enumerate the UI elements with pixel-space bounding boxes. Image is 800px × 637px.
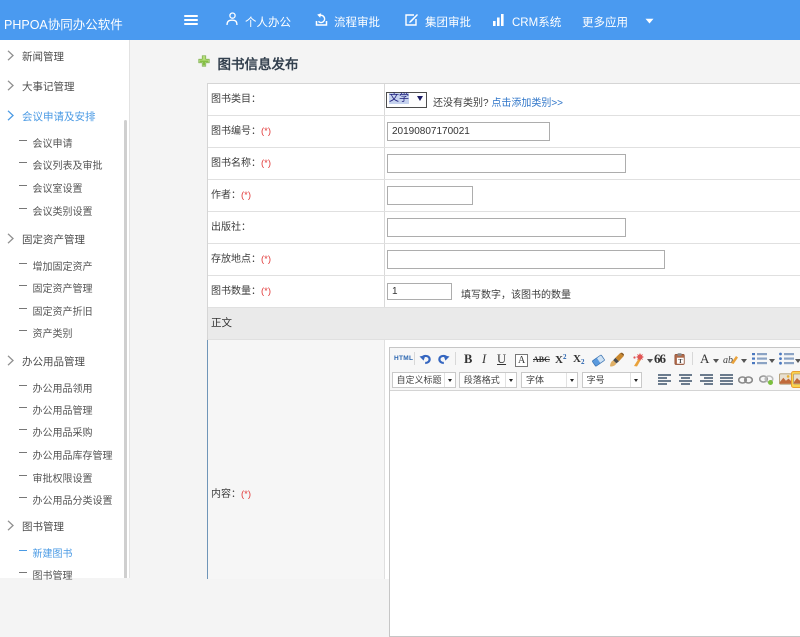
svg-text:ab: ab (723, 355, 733, 366)
svg-text:T: T (678, 359, 682, 365)
